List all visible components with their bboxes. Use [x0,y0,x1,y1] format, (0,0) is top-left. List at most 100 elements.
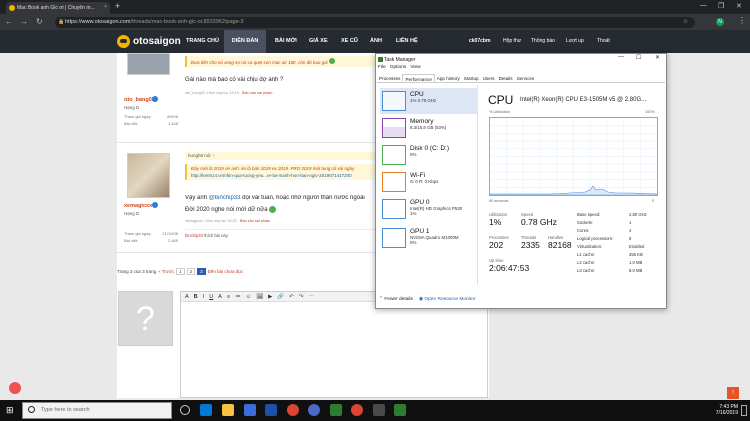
store-icon[interactable] [244,404,256,416]
nav-forum[interactable]: DIỄN ĐÀN [224,30,266,53]
likes-text: thích bài này. [204,233,229,238]
upvotes-link[interactable]: Lượt up [566,38,584,44]
redo-button[interactable]: ↷ [299,294,304,300]
mail-icon[interactable] [265,404,277,416]
report-link[interactable]: Báo cáo sai phạm [240,219,270,223]
resource-disk[interactable]: Disk 0 (C: D:) 0% [380,142,478,168]
unread-jump-link[interactable]: Đến bài chưa đọc [208,269,244,274]
undo-button[interactable]: ↶ [289,294,294,300]
browser-tab[interactable]: Mac Book anh Gic ơi | Chuyên m... × [6,2,110,14]
tab-performance[interactable]: Performance [402,74,435,82]
edge-icon[interactable] [200,404,212,416]
meta-user[interactable]: xemagicxx, [185,219,204,223]
align-button[interactable]: ≡ [227,294,230,300]
system-clock[interactable]: 7:43 PM 7/16/2019 [688,404,738,416]
resource-cpu[interactable]: CPU 1% 0.78 GHz [380,88,478,114]
quote-text: Đưa tiền cho nó xong sợ nó ca quẹt con m… [191,60,328,65]
close-tab-icon[interactable]: × [104,4,107,10]
chrome-icon[interactable] [287,404,299,416]
italic-button[interactable]: I [203,294,205,300]
tab-services[interactable]: Services [515,74,537,82]
bookmark-star-icon[interactable]: ☆ [683,18,688,25]
smilie-button[interactable]: ☺ [246,294,252,300]
close-window-icon[interactable]: ✕ [736,2,742,10]
reload-icon[interactable]: ↻ [36,17,43,26]
menu-file[interactable]: File [378,65,386,70]
chat-bubble-icon[interactable] [9,382,21,394]
open-resource-monitor-link[interactable]: ◉ Open Resource Monitor [419,297,475,302]
message-text: Đời 2020 nghe nói mới dữ nữa [185,207,268,214]
maximize-icon[interactable]: ☐ [636,54,641,61]
app-icon[interactable] [373,404,385,416]
minimize-icon[interactable]: — [700,2,707,9]
user-mention[interactable]: @binchip33 [209,195,241,201]
forward-icon[interactable]: → [20,17,28,26]
post-username[interactable]: xemagicxx [124,203,152,209]
scroll-top-icon[interactable]: ↑ [727,387,739,399]
chrome-active-icon[interactable] [351,404,363,416]
notifications-link[interactable]: Thông báo [531,38,555,44]
back-icon[interactable]: ← [5,17,13,26]
chrome-menu-icon[interactable]: ⋮ [738,16,746,25]
new-tab-icon[interactable]: + [115,1,120,11]
close-icon[interactable]: ✕ [655,54,660,61]
image-button[interactable]: 🖼 [256,294,263,300]
tab-users[interactable]: Users [481,74,497,82]
fewer-details-button[interactable]: ⌃ Fewer details [379,297,413,302]
tab-details[interactable]: Details [497,74,515,82]
username-link[interactable]: ck07cbm [469,38,490,44]
resource-detail: 1% 0.78 GHz [410,98,437,103]
nav-contact[interactable]: LIÊN HỆ [396,38,418,44]
avatar[interactable] [127,153,170,198]
more-button[interactable]: ⋯ [308,294,314,300]
notification-center-icon[interactable] [741,405,747,416]
skype-icon[interactable] [308,404,320,416]
nav-used-cars[interactable]: XE CŨ [341,38,358,44]
resource-wifi[interactable]: Wi-Fi S: 0 R: 0 Kbps [380,169,478,195]
page-1-button[interactable]: 1 [176,268,185,275]
app-icon[interactable] [330,404,342,416]
nav-car-price[interactable]: GIÁ XE [309,38,328,44]
minimize-icon[interactable]: — [618,54,624,60]
list-button[interactable]: ≔ [235,294,241,300]
task-manager-taskbar-icon[interactable] [394,404,406,416]
logout-link[interactable]: Thoát [597,38,610,44]
maximize-icon[interactable]: ❐ [718,2,724,10]
prev-page-link[interactable]: « Trước [158,269,174,274]
tab-processes[interactable]: Processes [377,74,402,82]
address-bar[interactable]: 🔒 https://www.otosaigon.com/threads/mac-b… [55,17,695,28]
bold-button[interactable]: B [194,294,198,300]
site-logo[interactable]: otosaigon [117,34,181,48]
font-size-button[interactable]: A [218,294,222,300]
media-button[interactable]: ▶ [268,294,272,300]
like-user-link[interactable]: binchip33 [185,233,203,238]
windows-start-icon[interactable]: ⊞ [6,405,14,416]
resource-gpu0[interactable]: GPU 0 Intel(R) HD Graphics P530 1% [380,196,478,222]
nav-home[interactable]: TRANG CHỦ [186,38,219,44]
tab-app-history[interactable]: App history [435,74,462,82]
underline-button[interactable]: U [209,294,213,300]
cortana-icon[interactable] [180,405,190,415]
resource-gpu1[interactable]: GPU 1 NVIDIA Quadro M1000M 0% [380,225,478,251]
tab-startup[interactable]: Startup [462,74,481,82]
quote-link[interactable]: http://kenh14.vn/nhin-qua-tuong-yeu...re… [191,173,371,178]
page-2-button[interactable]: 2 [186,268,196,275]
meta-time[interactable]: Hôm nay lúc 19:15 [207,91,239,95]
meta-time[interactable]: Hôm nay lúc 19:20 [205,219,237,223]
taskbar-search-box[interactable]: Type here to search [22,402,172,419]
font-color-button[interactable]: A [185,294,189,300]
avatar[interactable] [127,53,170,75]
page-3-button[interactable]: 3 [197,268,206,275]
resource-memory[interactable]: Memory 8.3/15.8 GB (53%) [380,115,478,141]
menu-options[interactable]: Options [390,65,407,70]
report-link[interactable]: Báo cáo sai phạm [242,91,272,95]
profile-avatar[interactable]: N [716,18,724,26]
menu-view[interactable]: View [410,65,420,70]
meta-user[interactable]: oto_bang02, [185,91,206,95]
inbox-link[interactable]: Hộp thư [503,38,521,44]
nav-photos[interactable]: ẢNH [370,38,382,44]
nav-new-posts[interactable]: BÀI MỚI [275,38,297,44]
post-username[interactable]: oto_bang02 [124,97,155,103]
file-explorer-icon[interactable] [222,404,234,416]
link-button[interactable]: 🔗 [277,294,284,300]
